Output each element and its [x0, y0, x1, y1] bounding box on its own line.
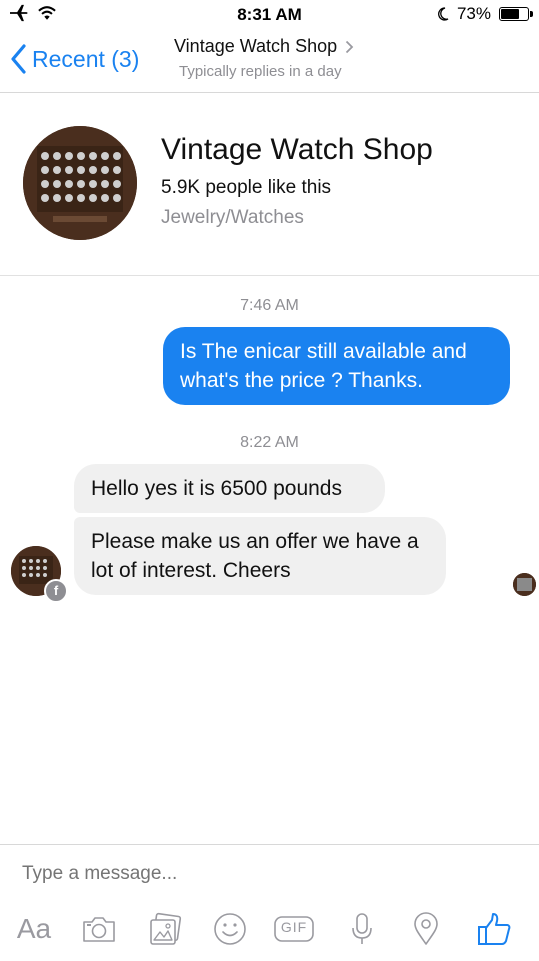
timestamp: 8:22 AM — [240, 434, 299, 451]
gif-button[interactable]: GIF — [273, 911, 315, 947]
location-button[interactable] — [411, 911, 441, 947]
battery-percent: 73% — [456, 4, 491, 23]
chevron-left-icon — [11, 44, 26, 74]
back-button[interactable]: Recent (3) — [10, 44, 139, 74]
camera-button[interactable] — [80, 911, 118, 947]
watch-display-image — [23, 126, 137, 240]
gif-label: GIF — [280, 919, 308, 935]
text-formatting-label: Aa — [16, 913, 52, 944]
page-name: Vintage Watch Shop — [161, 133, 433, 166]
back-button-label: Recent (3) — [32, 45, 140, 72]
location-pin-icon — [414, 912, 438, 945]
message-input[interactable] — [22, 863, 512, 885]
watch-display-image — [513, 573, 536, 596]
status-bar: 8:31 AM 73% — [0, 0, 539, 30]
microphone-icon — [352, 913, 372, 944]
battery-fill — [501, 9, 520, 19]
response-time-subtitle: Typically replies in a day — [179, 63, 342, 80]
facebook-badge-icon: f — [44, 579, 68, 603]
like-button[interactable] — [474, 911, 514, 947]
voice-clip-button[interactable] — [347, 911, 377, 947]
timestamp: 7:46 AM — [240, 297, 299, 314]
smiley-icon — [214, 913, 246, 945]
page-likes: 5.9K people like this — [161, 177, 332, 198]
received-message-bubble[interactable]: Hello yes it is 6500 pounds — [74, 464, 385, 513]
sent-message-bubble[interactable]: Is The enicar still available and what's… — [163, 327, 510, 405]
camera-icon — [83, 917, 115, 942]
battery-icon — [499, 7, 533, 21]
photo-gallery-icon — [150, 912, 182, 945]
message-composer: Aa — [0, 844, 539, 961]
text-formatting-button[interactable]: Aa — [13, 911, 55, 947]
read-receipt-avatar — [513, 573, 536, 596]
chevron-right-icon — [345, 40, 354, 53]
photo-gallery-button[interactable] — [146, 911, 184, 947]
page-profile-header[interactable]: Vintage Watch Shop 5.9K people like this… — [0, 93, 539, 276]
status-right-icons: 73% — [437, 4, 533, 24]
composer-toolbar: Aa GIF — [0, 905, 539, 953]
page-avatar[interactable] — [23, 126, 137, 240]
page-category: Jewelry/Watches — [161, 207, 304, 228]
conversation-title-button[interactable]: Vintage Watch Shop Typically replies in … — [174, 36, 354, 80]
conversation-title: Vintage Watch Shop — [174, 36, 338, 56]
received-message-bubble[interactable]: Please make us an offer we have a lot of… — [74, 517, 446, 595]
thumbs-up-icon — [478, 913, 511, 945]
navigation-bar: Recent (3) Vintage Watch Shop Typically … — [0, 30, 539, 93]
sticker-button[interactable] — [211, 911, 249, 947]
do-not-disturb-moon-icon — [438, 7, 449, 21]
